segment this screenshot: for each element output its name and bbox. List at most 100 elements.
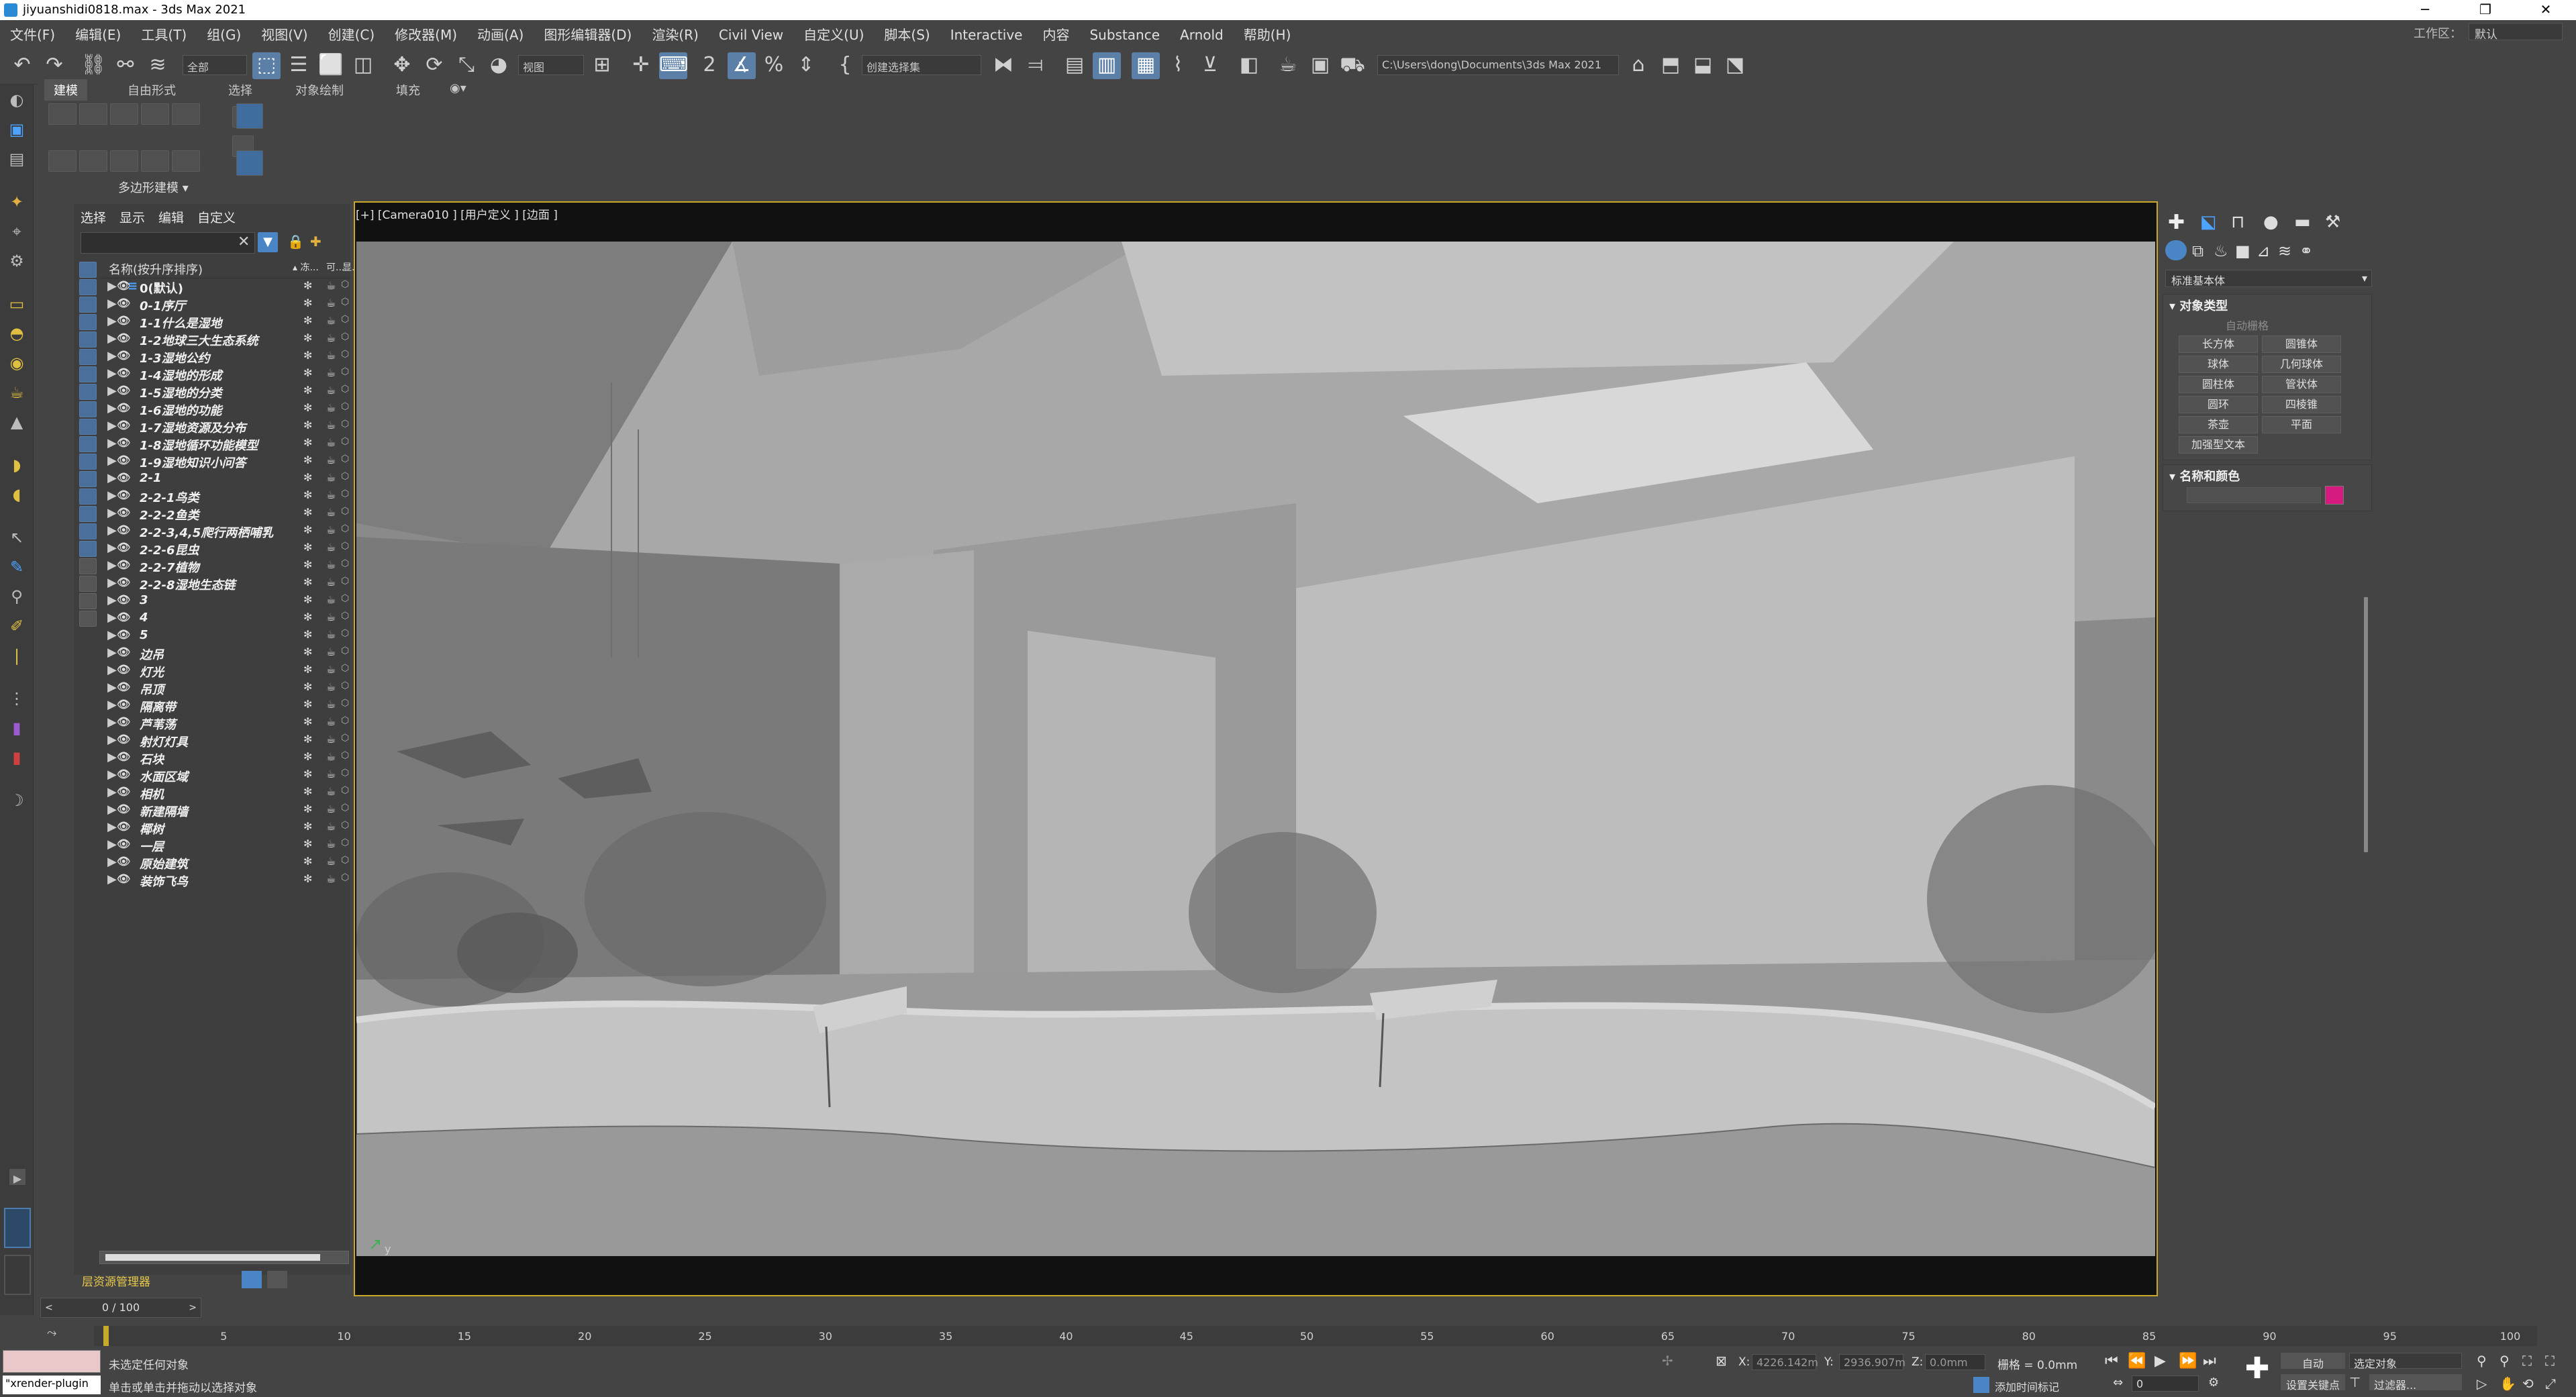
layer-row[interactable]: ▶ 👁 ✻ ☕ ⬡ 5 bbox=[101, 628, 350, 645]
expand-arrow-icon[interactable]: ▶ bbox=[107, 733, 117, 747]
visibility-eye-icon[interactable]: 👁 bbox=[117, 331, 130, 344]
time-config-icon[interactable]: ⚙ bbox=[2208, 1376, 2219, 1390]
layer-row[interactable]: ▶ 👁 ✻ ☕ ⬡ 新建隔墙 bbox=[101, 803, 350, 820]
expand-arrow-icon[interactable]: ▶ bbox=[107, 488, 117, 503]
display-box-icon[interactable]: ⬡ bbox=[341, 645, 349, 656]
layer-row[interactable]: ▶ 👁 ✻ ☕ ⬡ 1-1什么是湿地 bbox=[101, 314, 350, 331]
pyramid-button[interactable]: 四棱锥 bbox=[2262, 396, 2341, 413]
display-box-icon[interactable]: ⬡ bbox=[341, 628, 349, 639]
display-containers-icon[interactable] bbox=[79, 419, 97, 435]
display-box-icon[interactable]: ⬡ bbox=[341, 314, 349, 325]
render-setup-icon[interactable]: ☕ bbox=[1274, 52, 1302, 79]
visibility-eye-icon[interactable]: 👁 bbox=[117, 314, 130, 327]
panel-scrollbar[interactable] bbox=[2364, 597, 2368, 852]
render-teapot-icon[interactable]: ☕ bbox=[326, 384, 336, 397]
render-teapot-icon[interactable]: ☕ bbox=[326, 488, 336, 501]
open-project-icon[interactable]: ⬒ bbox=[1656, 52, 1685, 79]
add-layer-icon[interactable]: ✚ bbox=[310, 234, 321, 250]
expand-arrow-icon[interactable]: ▶ bbox=[107, 820, 117, 834]
timeline-current-frame[interactable] bbox=[103, 1326, 109, 1346]
expand-arrow-icon[interactable]: ▶ bbox=[107, 645, 117, 660]
plane-button[interactable]: 平面 bbox=[2262, 416, 2341, 433]
freeze-snowflake-icon[interactable]: ✻ bbox=[303, 733, 312, 745]
expand-arrow-icon[interactable]: ▶ bbox=[107, 837, 117, 851]
display-frozen-icon[interactable] bbox=[79, 436, 97, 452]
layer-row[interactable]: ▶ 👁 ✻ ☕ ⬡ 2-2-8湿地生态链 bbox=[101, 576, 350, 593]
display-box-icon[interactable]: ⬡ bbox=[341, 715, 349, 726]
menu-content[interactable]: 内容 bbox=[1032, 20, 1079, 48]
freeze-snowflake-icon[interactable]: ✻ bbox=[303, 715, 312, 728]
time-next-icon[interactable]: > bbox=[189, 1298, 197, 1317]
render-teapot-icon[interactable]: ☕ bbox=[326, 314, 336, 327]
viewport[interactable]: ↗ y bbox=[354, 201, 2158, 1296]
visibility-eye-icon[interactable]: 👁 bbox=[117, 297, 130, 309]
cylinder-button[interactable]: 圆柱体 bbox=[2179, 376, 2258, 393]
tab-modeling[interactable]: 建模 bbox=[44, 79, 87, 101]
ribbon-panel-label[interactable]: 多边形建模 ▾ bbox=[118, 178, 189, 196]
edit-named-sets-icon[interactable]: { bbox=[831, 52, 859, 79]
freeze-snowflake-icon[interactable]: ✻ bbox=[303, 471, 312, 484]
link-icon[interactable]: ⛓ bbox=[79, 52, 107, 79]
curve-editor-icon[interactable]: ⌇ bbox=[1164, 52, 1192, 79]
menu-substance[interactable]: Substance bbox=[1079, 23, 1170, 47]
expand-arrow-icon[interactable]: ▶ bbox=[107, 471, 117, 485]
layer-row[interactable]: ▶ 👁 ✻ ☕ ⬡ 1-6湿地的功能 bbox=[101, 401, 350, 419]
render-teapot-icon[interactable]: ☕ bbox=[326, 523, 336, 536]
freeze-snowflake-icon[interactable]: ✻ bbox=[303, 401, 312, 414]
next-frame-icon[interactable]: ⏩ bbox=[2179, 1353, 2197, 1369]
expand-arrow-icon[interactable]: ▶ bbox=[107, 401, 117, 415]
display-box-icon[interactable]: ⬡ bbox=[341, 593, 349, 604]
display-box-icon[interactable]: ⬡ bbox=[341, 349, 349, 360]
freeze-snowflake-icon[interactable]: ✻ bbox=[303, 576, 312, 588]
render-teapot-icon[interactable]: ☕ bbox=[326, 820, 336, 833]
scrollbar-thumb[interactable] bbox=[105, 1254, 320, 1261]
ribbon-tool-button[interactable] bbox=[79, 103, 107, 125]
current-frame-field[interactable]: 0 bbox=[2132, 1376, 2199, 1392]
hierarchy-tab-icon[interactable]: ⊓ bbox=[2231, 212, 2244, 232]
object-name-input[interactable] bbox=[2187, 487, 2321, 503]
freeze-snowflake-icon[interactable]: ✻ bbox=[303, 419, 312, 431]
render-teapot-icon[interactable]: ☕ bbox=[326, 419, 336, 431]
layer-row[interactable]: ▶ 👁 ✻ ☕ ⬡ 相机 bbox=[101, 785, 350, 803]
material-icon[interactable]: ▮ bbox=[7, 718, 27, 738]
maxscript-listener-mini[interactable] bbox=[3, 1350, 101, 1373]
expand-arrow-icon[interactable]: ▶ bbox=[107, 558, 117, 572]
column-frozen[interactable]: ▴ 冻... bbox=[293, 260, 319, 274]
textplus-button[interactable]: 加强型文本 bbox=[2179, 436, 2258, 454]
explorer-menu-customize[interactable]: 自定义 bbox=[191, 204, 242, 226]
menu-customize[interactable]: 自定义(U) bbox=[793, 20, 874, 48]
layer-row[interactable]: ▶ 👁 ✻ ☕ ⬡ 4 bbox=[101, 611, 350, 628]
project-path-field[interactable]: C:\Users\dong\Documents\3ds Max 2021 bbox=[1377, 55, 1619, 75]
display-cameras-icon[interactable] bbox=[79, 314, 97, 330]
ref-coord-dropdown[interactable]: 视图 bbox=[518, 55, 584, 75]
expand-arrow-icon[interactable]: ▶ bbox=[107, 628, 117, 642]
torus-button[interactable]: 圆环 bbox=[2179, 396, 2258, 413]
systems-category-icon[interactable]: ⚭ bbox=[2299, 242, 2313, 260]
display-box-icon[interactable]: ⬡ bbox=[341, 855, 349, 866]
freeze-snowflake-icon[interactable]: ✻ bbox=[303, 488, 312, 501]
display-box-icon[interactable]: ⬡ bbox=[341, 785, 349, 796]
layer-row[interactable]: ▶ 👁 ✻ ☕ ⬡ 0-1序厅 bbox=[101, 297, 350, 314]
cone-button[interactable]: 圆锥体 bbox=[2262, 335, 2341, 353]
z-coordinate-field[interactable]: 0.0mm bbox=[1925, 1354, 1985, 1370]
visibility-eye-icon[interactable]: 👁 bbox=[117, 419, 130, 431]
go-to-start-icon[interactable]: ⏮ bbox=[2105, 1353, 2118, 1369]
maximize-viewport-icon[interactable]: ⤢ bbox=[2545, 1376, 2556, 1392]
display-box-icon[interactable]: ⬡ bbox=[341, 366, 349, 377]
align-icon[interactable]: ⫤ bbox=[1022, 52, 1050, 79]
clear-search-icon[interactable]: ✕ bbox=[238, 234, 250, 250]
ribbon-active-tool[interactable] bbox=[236, 150, 263, 176]
mirror-icon[interactable]: ⧓ bbox=[989, 52, 1018, 79]
scene-explorer-mode-icon[interactable] bbox=[267, 1271, 287, 1288]
visibility-eye-icon[interactable]: 👁 bbox=[117, 401, 130, 414]
select-by-name-icon[interactable]: ☰ bbox=[285, 52, 313, 79]
filter-box-icon[interactable] bbox=[79, 611, 97, 627]
menu-group[interactable]: 组(G) bbox=[197, 20, 251, 48]
freeze-snowflake-icon[interactable]: ✻ bbox=[303, 750, 312, 763]
render-teapot-icon[interactable]: ☕ bbox=[326, 663, 336, 676]
cylinder-icon[interactable]: ◉ bbox=[7, 353, 27, 373]
render-teapot-icon[interactable]: ☕ bbox=[326, 872, 336, 885]
schematic-view-icon[interactable]: ⊻ bbox=[1196, 52, 1224, 79]
ribbon-active-tool[interactable] bbox=[236, 103, 263, 129]
freeze-snowflake-icon[interactable]: ✻ bbox=[303, 803, 312, 815]
